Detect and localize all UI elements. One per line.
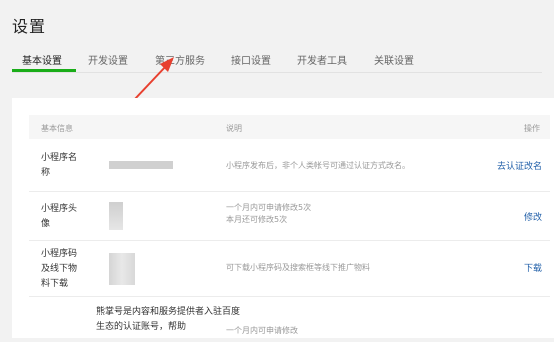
table-row: 小程序码及线下物料下载 可下载小程序码及搜索框等线下推广物料 下载 (29, 241, 550, 297)
row-desc: 可下载小程序码及搜索框等线下推广物料 (226, 263, 370, 272)
blurred-avatar-image (109, 202, 123, 230)
table-row: 熊掌号是内容和服务提供者入驻百度生态的认证账号，帮助 一个月内可申请修改 (29, 297, 550, 342)
row-desc: 一个月内可申请修改 (226, 326, 298, 335)
blurred-app-name (109, 161, 173, 169)
table-row: 小程序头像 一个月内可申请修改5次 本月还可修改5次 修改 (29, 192, 550, 241)
download-link[interactable]: 下载 (524, 261, 542, 274)
row-label-avatar: 小程序头像 (41, 204, 78, 229)
settings-card: 基本信息 说明 操作 小程序名称 小程序发布后，非个人类帐号可通过认证方式改名。… (12, 98, 554, 338)
modify-avatar-link[interactable]: 修改 (524, 210, 542, 223)
blurred-qrcode-image (109, 253, 135, 285)
header-action: 操作 (524, 124, 540, 133)
table-row: 小程序名称 小程序发布后，非个人类帐号可通过认证方式改名。 去认证改名 (29, 139, 550, 192)
row-desc-line2: 本月还可修改5次 (226, 215, 288, 224)
row-desc-line1: 一个月内可申请修改5次 (226, 203, 312, 212)
row-desc: 小程序发布后，非个人类帐号可通过认证方式改名。 (226, 161, 410, 170)
verify-rename-link[interactable]: 去认证改名 (497, 159, 542, 172)
row-label-name: 小程序名称 (41, 153, 78, 178)
row-label-qrcode: 小程序码及线下物料下载 (41, 249, 78, 289)
header-description: 说明 (226, 124, 242, 133)
table-header: 基本信息 说明 操作 (29, 115, 550, 139)
header-basic-info: 基本信息 (41, 124, 73, 133)
row-label-xiongzhang: 熊掌号是内容和服务提供者入驻百度生态的认证账号，帮助 (96, 307, 241, 332)
